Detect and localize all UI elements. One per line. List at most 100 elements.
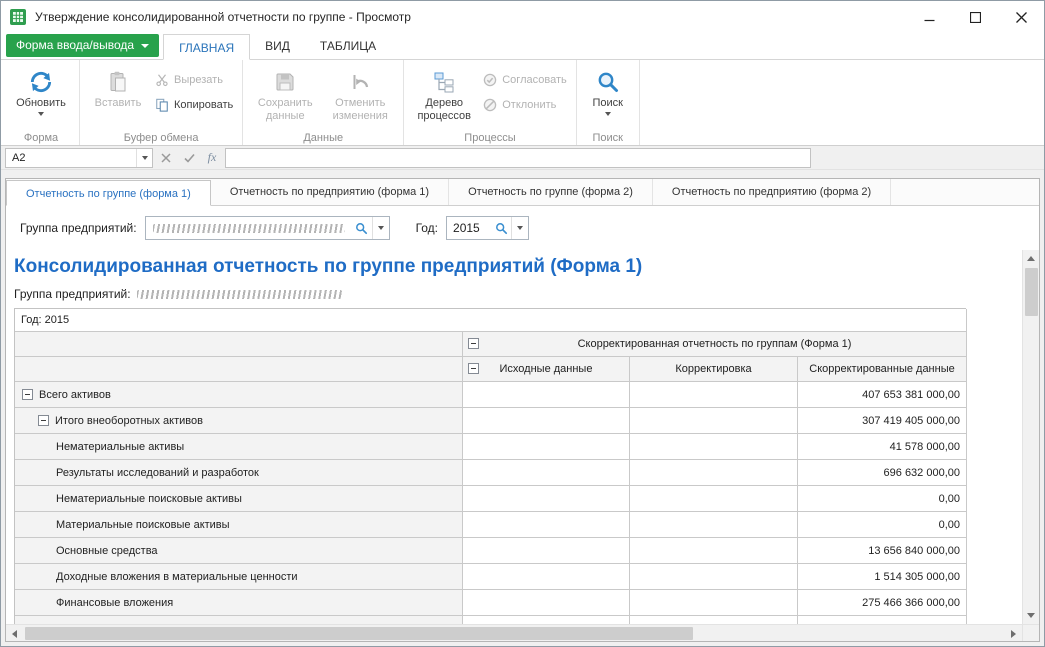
process-tree-button[interactable]: Дерево процессов (409, 63, 479, 127)
value-cell[interactable]: 10 486 868 000,00 (798, 616, 967, 624)
value-cell[interactable]: 1 514 305 000,00 (798, 564, 967, 590)
data-cell[interactable] (463, 512, 630, 538)
scroll-down-button[interactable] (1023, 607, 1040, 624)
column-header-adjusted: Скорректированные данные (798, 357, 967, 382)
scrollbar-corner (1022, 625, 1039, 641)
refresh-button[interactable]: Обновить (8, 63, 74, 127)
table-row: Материальные поисковые активы 0,00 (15, 512, 966, 538)
value-cell[interactable]: 275 466 366 000,00 (798, 590, 967, 616)
doc-tab-enterprise-form1[interactable]: Отчетность по предприятию (форма 1) (211, 179, 449, 205)
vertical-scrollbar[interactable] (1022, 250, 1039, 624)
collapse-minus-icon[interactable] (468, 363, 479, 374)
group-filter-combo[interactable] (145, 216, 390, 240)
data-cell[interactable] (463, 538, 630, 564)
ribbon-tab-home[interactable]: ГЛАВНАЯ (163, 34, 250, 60)
scroll-right-button[interactable] (1005, 625, 1022, 642)
table-header-group-row: Скорректированная отчетность по группам … (15, 332, 966, 357)
value-cell[interactable]: 41 578 000,00 (798, 434, 967, 460)
row-label-cell: Отложенные налоговые активы (15, 616, 463, 624)
ribbon-tab-view[interactable]: ВИД (250, 33, 305, 59)
horizontal-scroll-track[interactable] (23, 625, 1005, 641)
data-cell[interactable] (630, 512, 798, 538)
cell-reference-dropdown[interactable] (136, 149, 152, 167)
cancel-entry-button[interactable] (156, 148, 176, 168)
close-button[interactable] (998, 1, 1044, 33)
confirm-icon (184, 153, 195, 163)
data-cell[interactable] (463, 616, 630, 624)
report-table: Год: 2015 Скорректированная отчетность п… (14, 308, 966, 624)
report-title: Консолидированная отчетность по группе п… (14, 256, 1016, 278)
confirm-entry-button[interactable] (179, 148, 199, 168)
reject-button[interactable]: Отклонить (479, 95, 570, 115)
data-cell[interactable] (630, 434, 798, 460)
magnifier-icon[interactable] (352, 217, 372, 239)
header-group-label: Скорректированная отчетность по группам … (578, 338, 852, 350)
data-cell[interactable] (630, 616, 798, 624)
horizontal-scroll-thumb[interactable] (25, 627, 693, 640)
group-filter-dropdown[interactable] (372, 217, 389, 239)
year-cell[interactable]: Год: 2015 (15, 309, 967, 332)
magnifier-icon[interactable] (491, 217, 511, 239)
cut-button[interactable]: Вырезать (151, 70, 237, 90)
data-cell[interactable] (463, 564, 630, 590)
reject-icon (483, 98, 497, 112)
collapse-minus-icon[interactable] (38, 415, 49, 426)
value-cell[interactable]: 0,00 (798, 486, 967, 512)
collapse-minus-icon[interactable] (22, 389, 33, 400)
data-cell[interactable] (463, 460, 630, 486)
doc-tab-group-form1[interactable]: Отчетность по группе (форма 1) (6, 180, 211, 206)
row-label-cell: Итого внеоборотных активов (15, 408, 463, 434)
header-corner-cell (15, 332, 463, 357)
value-cell[interactable]: 407 653 381 000,00 (798, 382, 967, 408)
doc-tab-group-form2[interactable]: Отчетность по группе (форма 2) (449, 179, 653, 205)
scroll-up-button[interactable] (1023, 250, 1040, 267)
formula-bar: A2 fx (1, 146, 1044, 170)
undo-changes-button[interactable]: Отменить изменения (322, 63, 398, 127)
row-label-cell: Основные средства (15, 538, 463, 564)
data-cell[interactable] (463, 486, 630, 512)
data-cell[interactable] (630, 590, 798, 616)
maximize-button[interactable] (952, 1, 998, 33)
chevron-down-icon (141, 44, 149, 48)
doc-tab-enterprise-form2[interactable]: Отчетность по предприятию (форма 2) (653, 179, 891, 205)
data-cell[interactable] (630, 486, 798, 512)
value-cell[interactable]: 307 419 405 000,00 (798, 408, 967, 434)
value-cell[interactable]: 0,00 (798, 512, 967, 538)
collapse-minus-icon[interactable] (468, 338, 479, 349)
save-data-label: Сохранить данные (249, 97, 321, 123)
report-viewport: Консолидированная отчетность по группе п… (6, 250, 1022, 624)
minimize-button[interactable] (906, 1, 952, 33)
data-cell[interactable] (463, 590, 630, 616)
insert-function-button[interactable]: fx (202, 148, 222, 168)
value-cell[interactable]: 13 656 840 000,00 (798, 538, 967, 564)
data-cell[interactable] (463, 382, 630, 408)
approve-button[interactable]: Согласовать (479, 70, 570, 90)
copy-icon (155, 98, 169, 112)
ribbon-group-form: Обновить Форма (3, 60, 80, 145)
data-cell[interactable] (630, 460, 798, 486)
year-filter-combo[interactable]: 2015 (446, 216, 529, 240)
year-filter-dropdown[interactable] (511, 217, 528, 239)
formula-input[interactable] (225, 148, 811, 168)
data-cell[interactable] (630, 408, 798, 434)
window-title: Утверждение консолидированной отчетности… (35, 10, 906, 24)
ribbon-tab-table[interactable]: ТАБЛИЦА (305, 33, 391, 59)
paste-button[interactable]: Вставить (85, 63, 151, 127)
value-cell[interactable]: 696 632 000,00 (798, 460, 967, 486)
horizontal-scrollbar[interactable] (6, 624, 1039, 641)
save-data-button[interactable]: Сохранить данные (248, 63, 322, 127)
data-cell[interactable] (630, 564, 798, 590)
reject-label: Отклонить (502, 99, 556, 111)
search-button[interactable]: Поиск (582, 63, 634, 127)
data-cell[interactable] (463, 434, 630, 460)
data-cell[interactable] (630, 382, 798, 408)
data-cell[interactable] (630, 538, 798, 564)
cell-reference-box[interactable]: A2 (5, 148, 153, 168)
copy-button[interactable]: Копировать (151, 95, 237, 115)
app-menu-button[interactable]: Форма ввода/вывода (6, 34, 159, 57)
data-cell[interactable] (463, 408, 630, 434)
scroll-left-button[interactable] (6, 625, 23, 642)
table-row: Итого внеоборотных активов 307 419 405 0… (15, 408, 966, 434)
cut-label: Вырезать (174, 74, 223, 86)
vertical-scroll-thumb[interactable] (1025, 268, 1038, 316)
